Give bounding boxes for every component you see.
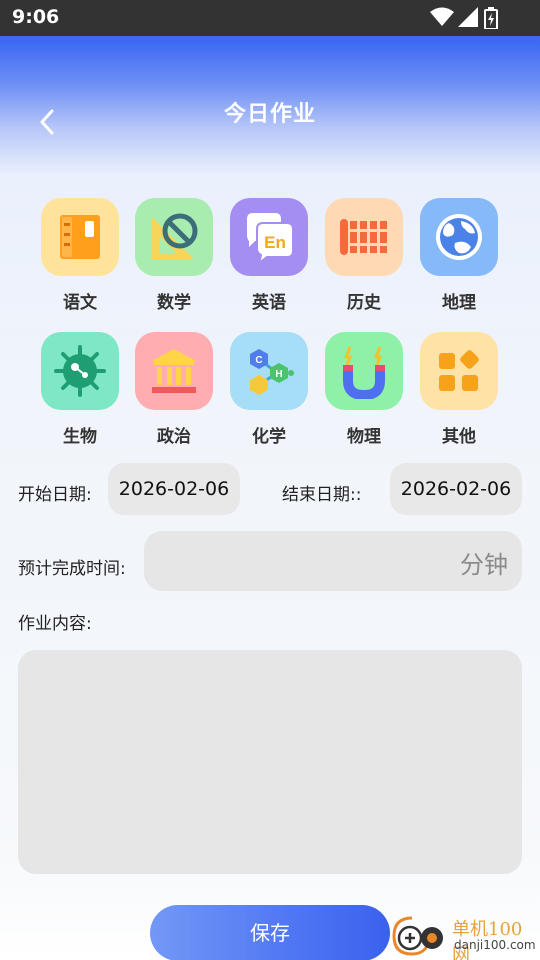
- subject-tile: En: [230, 198, 308, 276]
- molecule-icon: C H: [250, 349, 294, 395]
- subject-label: 其他: [442, 427, 476, 447]
- time-unit-label: 分钟: [460, 551, 508, 579]
- watermark-logo-icon: [392, 916, 443, 956]
- globe-icon: [436, 214, 482, 260]
- subject-tile: [41, 198, 119, 276]
- estimated-time-input[interactable]: 分钟: [144, 531, 522, 591]
- microbe-icon: [54, 345, 106, 397]
- subject-chinese[interactable]: 语文: [41, 198, 119, 313]
- end-date-field[interactable]: 2026-02-06: [390, 463, 522, 515]
- subject-tile: [420, 198, 498, 276]
- subject-english[interactable]: En 英语: [230, 198, 308, 313]
- end-date-label: 结束日期::: [282, 485, 362, 505]
- bamboo-scroll-icon: [340, 219, 388, 255]
- notebook-icon: [60, 215, 100, 259]
- content-label: 作业内容:: [18, 614, 92, 634]
- english-chat-icon: En: [247, 213, 294, 265]
- status-time: 9:06: [12, 6, 60, 28]
- subject-label: 生物: [63, 427, 97, 447]
- svg-text:H: H: [275, 369, 282, 380]
- subject-label: 语文: [63, 293, 97, 313]
- subject-label: 地理: [442, 293, 476, 313]
- battery-icon: [484, 7, 498, 33]
- subject-tile: [325, 198, 403, 276]
- signal-icon: [458, 7, 478, 31]
- svg-text:C: C: [255, 355, 262, 366]
- magnet-icon: [343, 346, 385, 399]
- header: 今日作业: [0, 36, 540, 156]
- start-date-field[interactable]: 2026-02-06: [108, 463, 240, 515]
- subject-label: 政治: [157, 427, 191, 447]
- subject-physics[interactable]: 物理: [325, 332, 403, 447]
- page-title: 今日作业: [223, 102, 316, 127]
- save-button[interactable]: 保存: [150, 905, 390, 960]
- subject-other[interactable]: 其他: [420, 332, 498, 447]
- subject-tile: [325, 332, 403, 410]
- status-bar: 9:06: [0, 0, 540, 36]
- subject-label: 历史: [347, 293, 381, 313]
- subject-label: 英语: [252, 293, 286, 313]
- estimated-time-label: 预计完成时间:: [18, 559, 126, 579]
- subject-label: 数学: [157, 293, 191, 313]
- subject-chemistry[interactable]: C H 化学: [230, 332, 308, 447]
- subject-politics[interactable]: 政治: [135, 332, 213, 447]
- subject-history[interactable]: 历史: [325, 198, 403, 313]
- subject-label: 化学: [252, 427, 286, 447]
- wifi-icon: [430, 7, 454, 31]
- svg-text:En: En: [264, 233, 286, 252]
- subject-tile: [41, 332, 119, 410]
- subject-tile: [420, 332, 498, 410]
- watermark: 单机100网 danji100.com: [390, 912, 540, 960]
- status-icons: [430, 7, 502, 31]
- subject-biology[interactable]: 生物: [41, 332, 119, 447]
- grid-shapes-icon: [439, 350, 479, 391]
- subject-label: 物理: [347, 427, 381, 447]
- subject-math[interactable]: 数学: [135, 198, 213, 313]
- watermark-site: danji100.com: [454, 938, 536, 952]
- subject-geography[interactable]: 地理: [420, 198, 498, 313]
- government-building-icon: [152, 349, 196, 393]
- subject-tile: C H: [230, 332, 308, 410]
- start-date-label: 开始日期:: [18, 485, 92, 505]
- subject-tile: [135, 332, 213, 410]
- subject-tile: [135, 198, 213, 276]
- homework-content-input[interactable]: [18, 650, 522, 874]
- protractor-icon: [152, 213, 198, 259]
